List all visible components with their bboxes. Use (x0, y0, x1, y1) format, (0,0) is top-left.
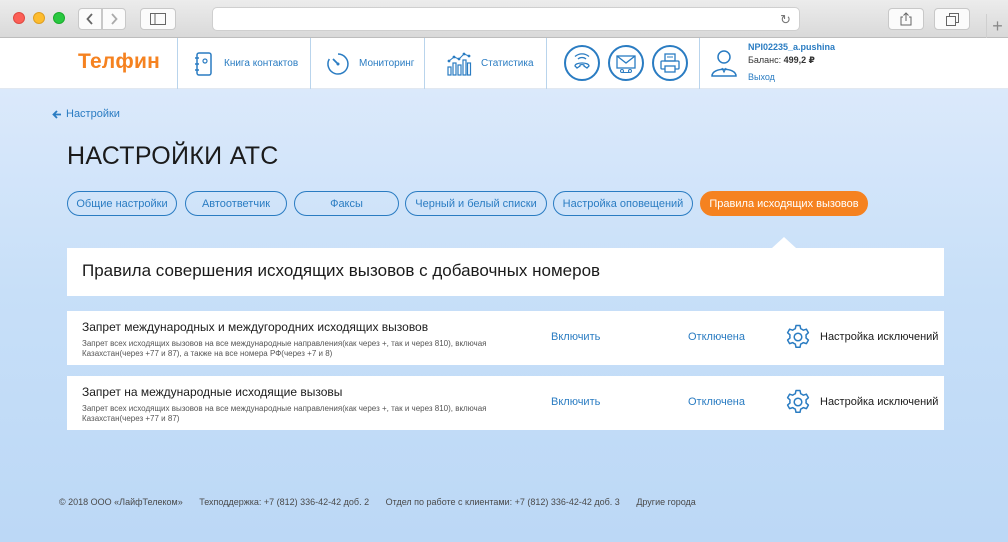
sidebar-icon (150, 13, 166, 25)
tabs-overview-button[interactable] (934, 8, 970, 30)
exceptions-settings-link[interactable]: Настройка исключений (820, 396, 938, 408)
browser-forward-button[interactable] (102, 8, 126, 30)
enable-link[interactable]: Включить (551, 396, 600, 408)
exceptions-settings-link[interactable]: Настройка исключений (820, 331, 938, 343)
enable-link[interactable]: Включить (551, 331, 600, 343)
arrow-left-icon (52, 109, 61, 119)
main-content: Настройки НАСТРОЙКИ АТС Общие настройки … (0, 89, 1008, 542)
nav-statistics-label: Статистика (481, 58, 534, 69)
gear-icon[interactable] (785, 324, 811, 350)
balance-label: Баланс: (748, 55, 782, 65)
tabs-icon (945, 12, 959, 26)
tab-faxes[interactable]: Факсы (294, 191, 399, 216)
nav-contacts-label: Книга контактов (224, 58, 299, 69)
minimize-window-button[interactable] (33, 12, 45, 24)
rule-description: Запрет всех исходящих вызовов на все меж… (82, 339, 487, 358)
address-bar[interactable]: ↻ (212, 7, 800, 31)
reload-icon[interactable]: ↻ (780, 12, 791, 28)
balance-value: 499,2 ₽ (783, 55, 815, 65)
divider (177, 38, 178, 89)
browser-back-button[interactable] (78, 8, 102, 30)
section-header: Правила совершения исходящих вызовов с д… (67, 248, 944, 296)
tab-autoresponder[interactable]: Автоответчик (185, 191, 287, 216)
nav-contacts[interactable]: Книга контактов (193, 38, 298, 89)
tab-outgoing-rules[interactable]: Правила исходящих вызовов (700, 191, 868, 216)
rule-description: Запрет всех исходящих вызовов на все меж… (82, 404, 487, 423)
close-window-button[interactable] (13, 12, 25, 24)
zoom-window-button[interactable] (53, 12, 65, 24)
share-button[interactable] (888, 8, 924, 30)
fax-icon (660, 53, 680, 73)
divider (310, 38, 311, 89)
wifi-phone-button[interactable] (564, 45, 600, 81)
page-title: НАСТРОЙКИ АТС (67, 142, 279, 170)
site-header: Телфин Книга контактов Мониторинг Статис… (0, 38, 1008, 89)
back-link[interactable]: Настройки (52, 108, 120, 120)
tab-notifications[interactable]: Настройка оповещений (553, 191, 693, 216)
footer-copyright: © 2018 ООО «ЛайфТелеком» (59, 497, 183, 507)
bar-chart-icon (447, 52, 472, 76)
share-icon (900, 12, 912, 26)
divider (546, 38, 547, 89)
fax-button[interactable] (652, 45, 688, 81)
logout-link[interactable]: Выход (748, 72, 775, 82)
sidebar-toggle-button[interactable] (140, 8, 176, 30)
browser-toolbar: ↻ + (0, 0, 1008, 38)
logo[interactable]: Телфин (78, 50, 160, 74)
gauge-icon (327, 52, 349, 75)
chevron-right-icon (111, 13, 118, 25)
section-title: Правила совершения исходящих вызовов с д… (82, 261, 601, 280)
username-link[interactable]: NPI02235_a.pushina (748, 42, 835, 52)
tab-general[interactable]: Общие настройки (67, 191, 177, 216)
footer: © 2018 ООО «ЛайфТелеком» Техподдержка: +… (59, 497, 710, 507)
rule-row: Запрет международных и междугородних исх… (67, 311, 944, 365)
rule-title: Запрет международных и междугородних исх… (82, 320, 429, 334)
footer-support: Техподдержка: +7 (812) 336-42-42 доб. 2 (199, 497, 370, 507)
active-tab-pointer (772, 237, 796, 248)
rule-row: Запрет на международные исходящие вызовы… (67, 376, 944, 430)
footer-cities-link[interactable]: Другие города (636, 497, 695, 507)
rule-status: Отключена (688, 396, 745, 408)
voicemail-button[interactable] (608, 45, 644, 81)
contacts-book-icon (195, 51, 212, 76)
back-link-label: Настройки (66, 108, 120, 120)
voicemail-envelope-icon (616, 55, 636, 73)
footer-clients: Отдел по работе с клиентами: +7 (812) 33… (385, 497, 620, 507)
wifi-phone-icon (574, 53, 590, 69)
rule-title: Запрет на международные исходящие вызовы (82, 385, 343, 399)
balance: Баланс: 499,2 ₽ (748, 55, 815, 66)
gear-icon[interactable] (785, 389, 811, 415)
nav-monitoring[interactable]: Мониторинг (326, 38, 414, 89)
rule-status: Отключена (688, 331, 745, 343)
nav-statistics[interactable]: Статистика (446, 38, 534, 89)
nav-monitoring-label: Мониторинг (359, 58, 415, 69)
divider (424, 38, 425, 89)
new-tab-button[interactable]: + (986, 14, 1008, 38)
divider (699, 38, 700, 89)
tab-black-white-lists[interactable]: Черный и белый списки (405, 191, 547, 216)
user-avatar-icon (711, 50, 737, 77)
chevron-left-icon (86, 13, 93, 25)
